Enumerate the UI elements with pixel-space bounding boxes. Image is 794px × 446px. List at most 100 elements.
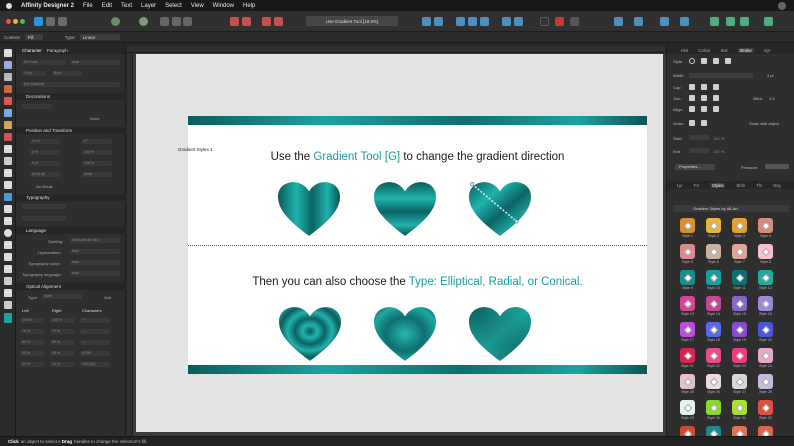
hand-tool-icon[interactable] [4, 301, 12, 309]
align-outside-icon[interactable] [713, 106, 719, 112]
no-break-checkbox[interactable]: No Break [36, 184, 53, 189]
section-language[interactable]: Language [16, 227, 126, 234]
ruler-horizontal[interactable] [126, 46, 666, 53]
place-image-icon[interactable] [4, 157, 12, 165]
corner-tool-icon[interactable] [4, 73, 12, 81]
slice-tool-icon[interactable] [4, 181, 12, 189]
style-swatch[interactable]: Style 11 [727, 270, 752, 296]
order-front-icon-2[interactable] [701, 120, 707, 126]
tab-swatches[interactable]: Swt [721, 48, 728, 53]
order-front-icon[interactable] [514, 17, 523, 26]
snap-toggle-icon[interactable] [555, 17, 564, 26]
style-swatch[interactable]: Style 14 [701, 296, 726, 322]
section-position-transform[interactable]: Position and Transform [16, 127, 126, 134]
artboard[interactable]: Use the Gradient Tool [G] to change the … [136, 54, 672, 440]
optical-row-2-left[interactable]: 70 % [20, 329, 44, 334]
order-back-icon[interactable] [502, 17, 511, 26]
style-swatch-thumbnail[interactable] [732, 296, 747, 311]
tab-history[interactable]: Hist [681, 48, 688, 53]
rotate-left-icon[interactable] [456, 17, 465, 26]
optical-add-button[interactable]: Add [104, 295, 111, 300]
tab-character[interactable]: Character [22, 48, 42, 53]
pixel-persona-icon[interactable] [46, 17, 55, 26]
style-swatch[interactable]: Style 27 [727, 374, 752, 400]
optical-row-3-right[interactable]: 50 % [50, 340, 74, 345]
section-optical-alignment[interactable]: Optical Alignment [16, 283, 126, 290]
style-swatch[interactable]: Style 31 [727, 400, 752, 426]
stroke-none-icon[interactable] [689, 58, 695, 64]
position-field-3a[interactable]: 0 pt [30, 161, 60, 166]
style-swatch[interactable]: Style 19 [727, 322, 752, 348]
optical-row-1-right[interactable]: 100 % [50, 318, 74, 323]
tab-stroke[interactable]: Stroke [737, 47, 754, 53]
style-swatch[interactable]: Style 32 [753, 400, 778, 426]
font-family-select[interactable]: All Fonts [22, 60, 66, 65]
optical-row-1-chars[interactable]: “”‘’ [80, 318, 110, 323]
arrange-icon[interactable] [172, 17, 181, 26]
style-swatch-thumbnail[interactable] [680, 348, 695, 363]
optical-row-2-chars[interactable]: – [80, 329, 110, 334]
tab-paragraph[interactable]: Paragraph [47, 48, 68, 53]
share-icon[interactable] [764, 17, 773, 26]
style-swatch-thumbnail[interactable] [680, 218, 695, 233]
arrow-start-select[interactable] [689, 135, 709, 140]
app-name-menu[interactable]: Affinity Designer 2 [21, 3, 74, 9]
style-swatch-thumbnail[interactable] [758, 374, 773, 389]
gradient-tool-icon[interactable] [4, 133, 12, 141]
close-window-icon[interactable] [6, 19, 11, 24]
top-gradient-band[interactable] [188, 116, 647, 125]
tab-styles[interactable]: Styles [710, 182, 726, 188]
style-swatch-thumbnail[interactable] [706, 218, 721, 233]
ruler-vertical[interactable] [126, 53, 133, 436]
headline-gradient-types[interactable]: Then you can also choose the Type: Ellip… [188, 276, 647, 288]
artboard-label[interactable]: Gradient Styles 1 [178, 147, 213, 152]
cap-butt-icon[interactable] [689, 84, 695, 90]
tab-layers[interactable]: Lyr [677, 183, 683, 188]
style-swatch[interactable]: Style 16 [753, 296, 778, 322]
view-mode-icon[interactable] [634, 17, 643, 26]
vector-brush-icon[interactable] [4, 109, 12, 117]
menu-select[interactable]: Select [165, 3, 182, 9]
boolean-intersect-icon[interactable] [262, 17, 271, 26]
style-swatch-thumbnail[interactable] [706, 374, 721, 389]
ellipse-tool-icon[interactable] [4, 229, 12, 237]
node-tool-icon[interactable] [4, 61, 12, 69]
style-swatch-thumbnail[interactable] [732, 322, 747, 337]
stroke-width-slider[interactable] [689, 73, 753, 78]
style-swatch-thumbnail[interactable] [706, 244, 721, 259]
typography-buttons-1[interactable] [22, 204, 66, 209]
studio-icon[interactable] [740, 17, 749, 26]
optical-row-5-left[interactable]: 20 % [20, 362, 44, 367]
preferences-icon[interactable] [726, 17, 735, 26]
position-field-1a[interactable]: 10 % [30, 139, 60, 144]
style-swatch[interactable]: Style 5 [675, 244, 700, 270]
optical-row-4-chars[interactable]: ATWY [80, 351, 110, 356]
heart-radial[interactable] [374, 307, 436, 363]
snap-options-icon[interactable] [570, 17, 579, 26]
rectangle-tool-icon[interactable] [4, 217, 12, 225]
join-round-icon[interactable] [701, 95, 707, 101]
designer-persona-icon[interactable] [34, 17, 43, 26]
cap-round-icon[interactable] [701, 84, 707, 90]
pressure-graph[interactable] [765, 164, 789, 169]
crop-tool-icon[interactable] [4, 169, 12, 177]
tab-colour[interactable]: Colour [698, 48, 710, 53]
pencil-tool-icon[interactable] [4, 97, 12, 105]
stroke-dash-icon[interactable] [713, 58, 719, 64]
font-size-field[interactable]: 24 pt [22, 71, 46, 76]
style-swatch[interactable]: Style 13 [675, 296, 700, 322]
scale-with-object-checkbox[interactable]: Scale with object [749, 121, 779, 126]
pen-tool-icon[interactable] [4, 85, 12, 93]
text-style-select[interactable]: [No Shadow] [22, 82, 120, 87]
position-field-4b[interactable]: None [82, 172, 112, 177]
style-swatch-thumbnail[interactable] [758, 218, 773, 233]
join-bevel-icon[interactable] [713, 95, 719, 101]
style-swatch-thumbnail[interactable] [680, 400, 695, 415]
align-inside-icon[interactable] [689, 106, 695, 112]
tab-navigator[interactable]: Nvg [773, 183, 780, 188]
document-title[interactable]: Use Gradient Tool [19.0%] [306, 16, 398, 26]
menu-layer[interactable]: Layer [141, 3, 156, 9]
flip-horizontal-icon[interactable] [422, 17, 431, 26]
typography-buttons-2[interactable] [22, 216, 66, 221]
style-swatch-thumbnail[interactable] [758, 322, 773, 337]
